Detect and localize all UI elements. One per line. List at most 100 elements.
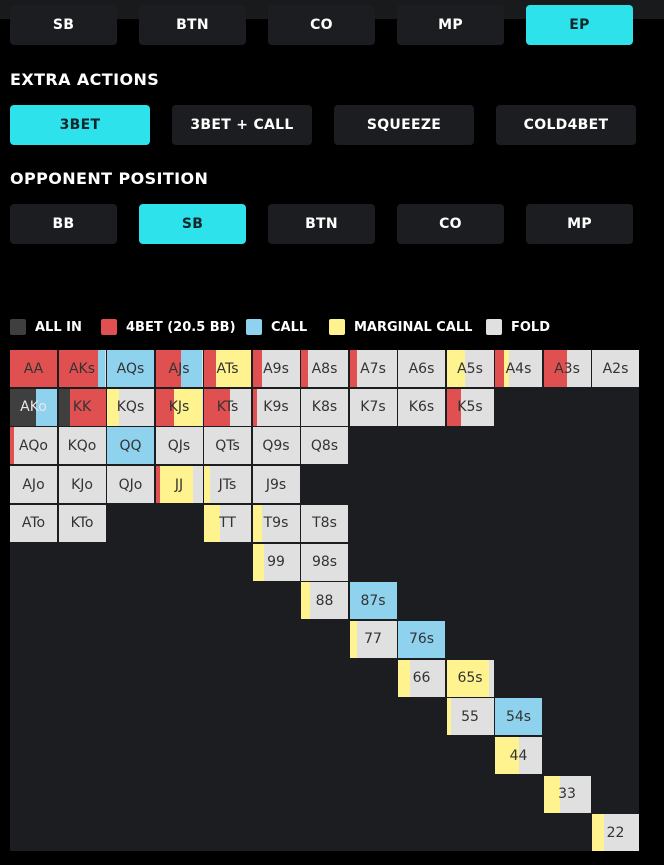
hand-label: A4s bbox=[505, 360, 532, 377]
hero-position-btn-button[interactable]: BTN bbox=[139, 5, 246, 45]
hand-label: 33 bbox=[558, 786, 576, 803]
hand-label: T9s bbox=[263, 515, 289, 532]
hand-cell-a2s[interactable]: A2s bbox=[592, 350, 639, 387]
hand-cell-ako[interactable]: AKo bbox=[10, 388, 57, 426]
hand-cell-99[interactable]: 99 bbox=[252, 543, 300, 581]
hand-cell-55[interactable]: 55 bbox=[446, 698, 494, 736]
hand-cell-kk[interactable]: KK bbox=[58, 388, 106, 426]
hand-cell-54s[interactable]: 54s bbox=[495, 698, 542, 736]
hand-cell-ajo[interactable]: AJo bbox=[10, 466, 57, 504]
opponent-position-mp-button[interactable]: MP bbox=[526, 204, 633, 244]
hand-cell-ajs[interactable]: AJs bbox=[155, 350, 203, 387]
legend-marginal-label: MARGINAL CALL bbox=[354, 319, 473, 335]
opponent-position-sb-button[interactable]: SB bbox=[139, 204, 246, 244]
legend-allin-label: ALL IN bbox=[35, 319, 82, 335]
hand-cell-kjo[interactable]: KJo bbox=[58, 466, 106, 504]
hand-cell-aks[interactable]: AKs bbox=[58, 350, 106, 387]
hero-position-co-button[interactable]: CO bbox=[268, 5, 375, 45]
action-3bet-call-button[interactable]: 3BET + CALL bbox=[172, 105, 312, 145]
hand-cell-qq[interactable]: QQ bbox=[107, 427, 154, 465]
hand-label: 76s bbox=[408, 631, 435, 648]
hand-label: K9s bbox=[263, 399, 289, 416]
hand-cell-87s[interactable]: 87s bbox=[349, 582, 397, 620]
fold-swatch bbox=[486, 319, 502, 335]
hand-cell-kqs[interactable]: KQs bbox=[107, 388, 154, 426]
legend-fold: FOLD bbox=[486, 318, 550, 336]
opponent-position-co-button[interactable]: CO bbox=[397, 204, 504, 244]
hand-cell-a3s[interactable]: A3s bbox=[543, 350, 591, 387]
call-swatch bbox=[246, 319, 262, 335]
hand-label: T8s bbox=[312, 515, 337, 532]
hand-cell-a9s[interactable]: A9s bbox=[252, 350, 300, 387]
hand-cell-jts[interactable]: JTs bbox=[204, 466, 251, 504]
hand-label: AQs bbox=[116, 360, 145, 377]
extra-actions-title: EXTRA ACTIONS bbox=[10, 70, 160, 89]
hand-cell-33[interactable]: 33 bbox=[543, 775, 591, 813]
hand-label: 55 bbox=[461, 708, 479, 725]
hand-cell-a7s[interactable]: A7s bbox=[349, 350, 397, 387]
hand-label: AKs bbox=[68, 360, 96, 377]
hand-label: A3s bbox=[554, 360, 580, 377]
action-cold4bet-button[interactable]: COLD4BET bbox=[496, 105, 636, 145]
hand-cell-q9s[interactable]: Q9s bbox=[252, 427, 300, 465]
marginal-swatch bbox=[329, 319, 345, 335]
hand-cell-88[interactable]: 88 bbox=[301, 582, 348, 620]
opponent-position-bb-button[interactable]: BB bbox=[10, 204, 117, 244]
hand-cell-aa[interactable]: AA bbox=[10, 350, 57, 387]
hand-cell-tt[interactable]: TT bbox=[204, 504, 251, 542]
opponent-position-btn-button[interactable]: BTN bbox=[268, 204, 375, 244]
hand-cell-kto[interactable]: KTo bbox=[58, 504, 106, 542]
action-squeeze-button[interactable]: SQUEEZE bbox=[334, 105, 474, 145]
hand-label: ATo bbox=[21, 515, 46, 532]
hand-label: KJo bbox=[71, 476, 93, 493]
hand-label: 88 bbox=[315, 592, 334, 609]
hand-cell-a8s[interactable]: A8s bbox=[301, 350, 348, 387]
range-grid: AA AKs AQs AJs ATs A9s A8s A7s A6s A5s A4s A3s A2s AK… bbox=[10, 350, 639, 852]
hand-cell-qjo[interactable]: QJo bbox=[107, 466, 154, 504]
hand-cell-j9s[interactable]: J9s bbox=[252, 466, 300, 504]
hand-label: Q8s bbox=[310, 437, 339, 454]
hand-cell-qjs[interactable]: QJs bbox=[155, 427, 203, 465]
hand-label: K8s bbox=[311, 399, 338, 416]
hand-label: K7s bbox=[360, 399, 386, 416]
hand-cell-kqo[interactable]: KQo bbox=[58, 427, 106, 465]
hand-label: KQo bbox=[67, 437, 97, 454]
hand-cell-a5s[interactable]: A5s bbox=[446, 350, 494, 387]
hand-cell-a4s[interactable]: A4s bbox=[495, 350, 542, 387]
bet-swatch bbox=[101, 319, 117, 335]
hand-cell-t8s[interactable]: T8s bbox=[301, 504, 348, 542]
hand-cell-a6s[interactable]: A6s bbox=[398, 350, 445, 387]
legend-4bet: 4BET (20.5 BB) bbox=[101, 318, 236, 336]
hand-cell-65s[interactable]: 65s bbox=[446, 659, 494, 697]
action-3bet-button[interactable]: 3BET bbox=[10, 105, 150, 145]
hand-cell-ato[interactable]: ATo bbox=[10, 504, 57, 542]
hand-cell-k5s[interactable]: K5s bbox=[446, 388, 494, 426]
legend-4bet-label: 4BET (20.5 BB) bbox=[126, 319, 236, 335]
hand-cell-aqs[interactable]: AQs bbox=[107, 350, 154, 387]
hand-cell-ats[interactable]: ATs bbox=[204, 350, 251, 387]
hero-position-sb-button[interactable]: SB bbox=[10, 5, 117, 45]
allin-swatch bbox=[10, 319, 26, 335]
hand-cell-k8s[interactable]: K8s bbox=[301, 388, 348, 426]
hand-label: 66 bbox=[412, 670, 431, 687]
hand-cell-kjs[interactable]: KJs bbox=[155, 388, 203, 426]
hand-label: J9s bbox=[265, 476, 287, 493]
hero-position-ep-button[interactable]: EP bbox=[526, 5, 633, 45]
hand-cell-98s[interactable]: 98s bbox=[301, 543, 348, 581]
hand-cell-q8s[interactable]: Q8s bbox=[301, 427, 348, 465]
hand-cell-jj[interactable]: JJ bbox=[155, 466, 203, 504]
hand-label: 87s bbox=[360, 592, 386, 609]
hand-cell-66[interactable]: 66 bbox=[398, 659, 445, 697]
hand-cell-44[interactable]: 44 bbox=[495, 737, 542, 774]
hand-cell-k7s[interactable]: K7s bbox=[349, 388, 397, 426]
hand-cell-77[interactable]: 77 bbox=[349, 620, 397, 658]
hand-cell-k6s[interactable]: K6s bbox=[398, 388, 445, 426]
hand-cell-22[interactable]: 22 bbox=[592, 814, 639, 852]
hand-cell-t9s[interactable]: T9s bbox=[252, 504, 300, 542]
hero-position-mp-button[interactable]: MP bbox=[397, 5, 504, 45]
hand-cell-kts[interactable]: KTs bbox=[204, 388, 251, 426]
hand-cell-k9s[interactable]: K9s bbox=[252, 388, 300, 426]
hand-cell-aqo[interactable]: AQo bbox=[10, 427, 57, 465]
hand-cell-76s[interactable]: 76s bbox=[398, 620, 445, 658]
hand-cell-qts[interactable]: QTs bbox=[204, 427, 251, 465]
